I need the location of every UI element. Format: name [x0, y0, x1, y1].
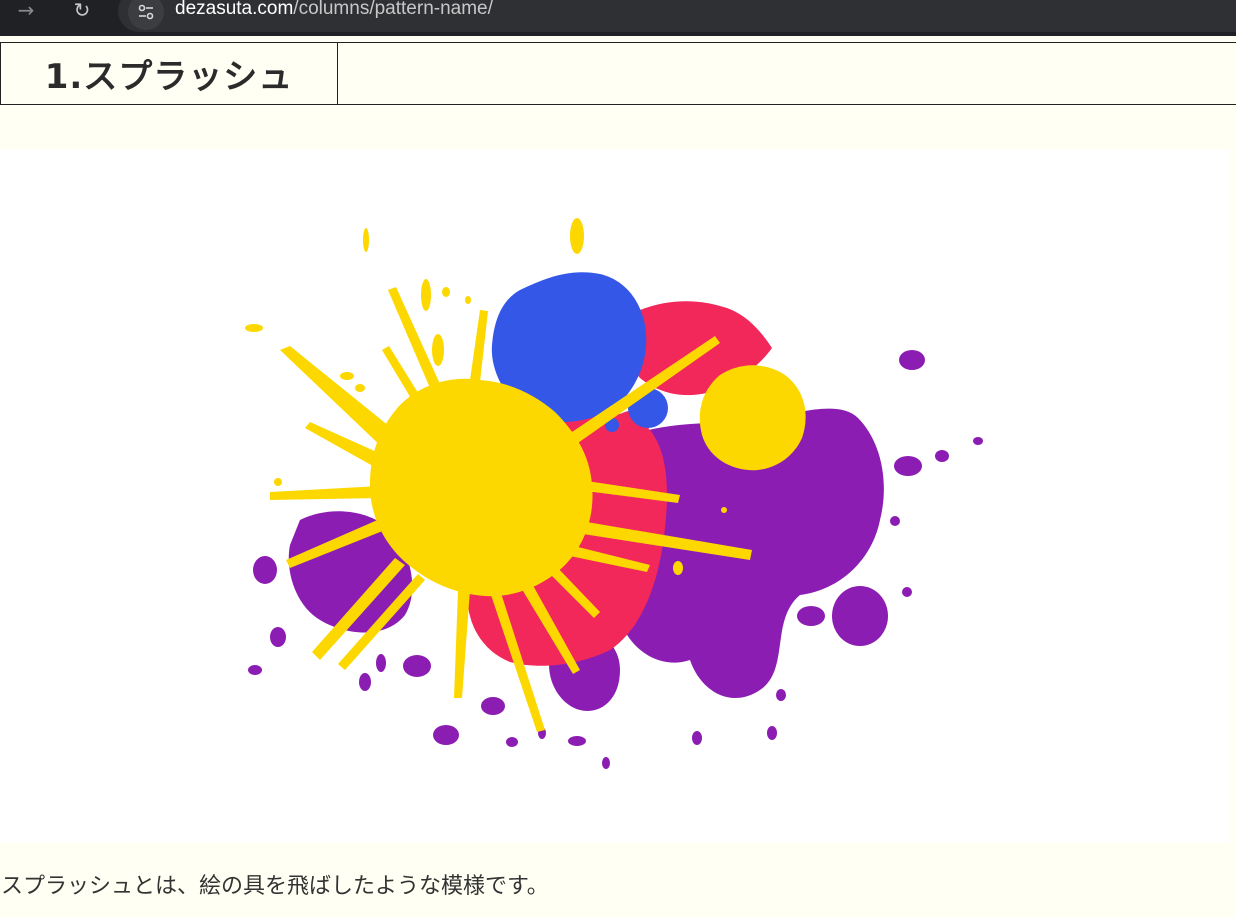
splash-paint-illustration: [245, 218, 983, 769]
tune-icon: [138, 4, 154, 20]
splash-figure: [0, 150, 1230, 842]
arrow-forward-icon: →: [17, 0, 35, 22]
address-bar[interactable]: dezasuta.com/columns/pattern-name/: [118, 0, 1236, 32]
browser-toolbar: → ↻ dezasuta.com/columns/pattern-name/: [0, 0, 1236, 36]
reload-button[interactable]: ↻: [68, 0, 96, 24]
site-info-button[interactable]: [128, 0, 164, 30]
url-path: /columns/pattern-name/: [293, 0, 493, 19]
section-heading-row: 1.スプラッシュ: [0, 42, 1236, 105]
section-heading: 1.スプラッシュ: [0, 42, 338, 105]
url-text[interactable]: dezasuta.com/columns/pattern-name/: [175, 0, 493, 20]
reload-icon: ↻: [73, 0, 91, 22]
url-domain: dezasuta.com: [175, 0, 294, 19]
figure-caption: スプラッシュとは、絵の具を飛ばしたような模様です。: [1, 874, 549, 899]
forward-button[interactable]: →: [12, 0, 40, 24]
